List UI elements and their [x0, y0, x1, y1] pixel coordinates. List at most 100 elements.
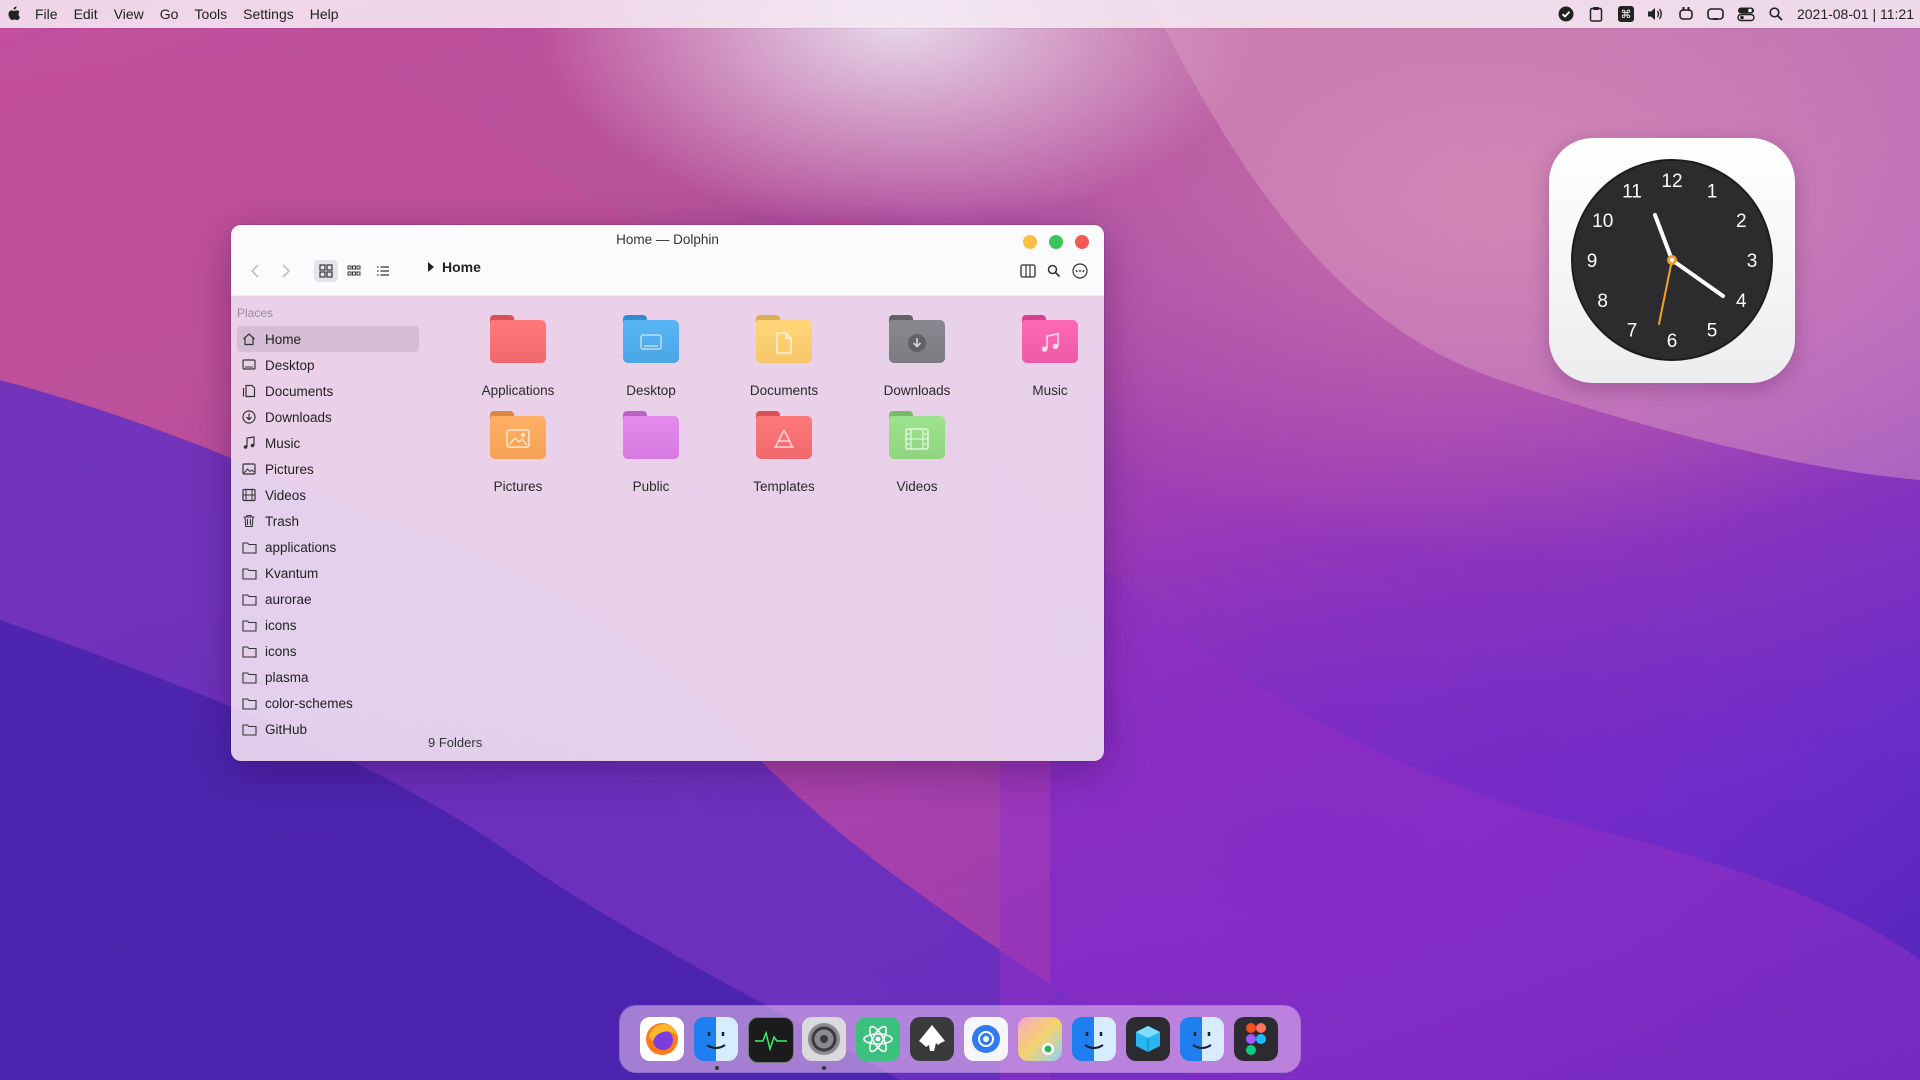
- finder-icon[interactable]: [1072, 1017, 1116, 1061]
- folder-item-pictures[interactable]: Pictures: [453, 411, 583, 497]
- folder-icon: [241, 669, 257, 685]
- plug-icon[interactable]: [1677, 5, 1695, 23]
- split-view-button[interactable]: [1017, 260, 1039, 282]
- clock-number: 9: [1587, 251, 1598, 272]
- sidebar-item-music[interactable]: Music: [237, 430, 419, 456]
- menu-file[interactable]: File: [35, 6, 58, 22]
- sidebar-item-trash[interactable]: Trash: [237, 508, 419, 534]
- image-icon: [241, 461, 257, 477]
- menu-settings[interactable]: Settings: [243, 6, 294, 22]
- columns-icon: [1020, 264, 1036, 278]
- folder-item-desktop[interactable]: Desktop: [586, 315, 716, 401]
- sidebar-item-label: icons: [265, 643, 297, 659]
- details-view-button[interactable]: [371, 260, 395, 282]
- sidebar-item-label: Music: [265, 435, 301, 451]
- clock-number: 1: [1707, 182, 1718, 203]
- folder-item-public[interactable]: Public: [586, 411, 716, 497]
- finder-icon[interactable]: [694, 1017, 738, 1061]
- sidebar-item-icons[interactable]: icons: [237, 638, 419, 664]
- folder-icon: [490, 411, 546, 459]
- toggle-icon[interactable]: [1737, 5, 1755, 23]
- sidebar-item-applications[interactable]: applications: [237, 534, 419, 560]
- system-preferences-icon[interactable]: [802, 1017, 846, 1061]
- activity-monitor-icon[interactable]: [748, 1017, 794, 1063]
- photos-icon[interactable]: [1018, 1017, 1062, 1061]
- folder-icon: [241, 617, 257, 633]
- back-button[interactable]: [245, 260, 265, 282]
- datetime[interactable]: 2021-08-01 | 11:21: [1797, 6, 1914, 22]
- breadcrumb-home[interactable]: Home: [442, 259, 481, 275]
- compact-view-button[interactable]: [342, 260, 366, 282]
- sidebar-item-kvantum[interactable]: Kvantum: [237, 560, 419, 586]
- folder-label: Templates: [753, 479, 815, 494]
- menu-go[interactable]: Go: [160, 6, 179, 22]
- folder-item-documents[interactable]: Documents: [719, 315, 849, 401]
- sidebar-item-label: Documents: [265, 383, 334, 399]
- folder-label: Desktop: [626, 383, 676, 398]
- sidebar-item-downloads[interactable]: Downloads: [237, 404, 419, 430]
- battery-icon[interactable]: [1707, 5, 1725, 23]
- clock-widget[interactable]: 12 1 2 3 4 5 6 7 8 9 10 11: [1549, 138, 1795, 383]
- clock-number: 7: [1627, 320, 1638, 341]
- analog-clock: 121234567891011: [1571, 159, 1773, 361]
- firefox-icon[interactable]: [640, 1017, 684, 1061]
- sidebar-item-icons[interactable]: icons: [237, 612, 419, 638]
- running-indicator: [715, 1066, 719, 1070]
- folder-icon: [490, 315, 546, 363]
- breadcrumb[interactable]: Home: [428, 259, 481, 275]
- home-icon: [241, 331, 257, 347]
- maximize-button[interactable]: [1049, 235, 1063, 249]
- folder-item-downloads[interactable]: Downloads: [852, 315, 982, 401]
- folder-label: Applications: [481, 383, 555, 398]
- forward-button[interactable]: [276, 260, 296, 282]
- sidebar-item-documents[interactable]: Documents: [237, 378, 419, 404]
- sidebar-item-desktop[interactable]: Desktop: [237, 352, 419, 378]
- folder-item-music[interactable]: Music: [985, 315, 1104, 401]
- sidebar-item-pictures[interactable]: Pictures: [237, 456, 419, 482]
- folder-icon: [241, 539, 257, 555]
- sidebar-item-label: Kvantum: [265, 565, 319, 581]
- inkscape-icon[interactable]: [910, 1017, 954, 1061]
- folder-item-applications[interactable]: Applications: [453, 315, 583, 401]
- folder-icon: [889, 411, 945, 459]
- close-button[interactable]: [1075, 235, 1089, 249]
- clipboard-icon[interactable]: [1587, 5, 1605, 23]
- menu-help[interactable]: Help: [310, 6, 339, 22]
- icons-view-button[interactable]: [314, 260, 338, 282]
- desktop-icon: [241, 357, 257, 373]
- box-icon[interactable]: [1126, 1017, 1170, 1061]
- folder-icon: [241, 643, 257, 659]
- folder-icon: [623, 411, 679, 459]
- sidebar-item-color-schemes[interactable]: color-schemes: [237, 690, 419, 716]
- sidebar-item-aurorae[interactable]: aurorae: [237, 586, 419, 612]
- search-icon: [1047, 264, 1061, 278]
- sidebar-item-label: Trash: [265, 513, 300, 529]
- menu-view[interactable]: View: [114, 6, 144, 22]
- search-button[interactable]: [1043, 260, 1065, 282]
- mail-icon[interactable]: [964, 1017, 1008, 1061]
- sidebar-item-home[interactable]: Home: [237, 326, 419, 352]
- clock-number: 10: [1592, 211, 1613, 232]
- apple-icon[interactable]: [7, 6, 21, 22]
- more-button[interactable]: [1069, 260, 1091, 282]
- search-icon[interactable]: [1767, 5, 1785, 23]
- svg-text:⌘: ⌘: [1620, 8, 1631, 21]
- sidebar-item-plasma[interactable]: plasma: [237, 664, 419, 690]
- folder-icon: [241, 695, 257, 711]
- finder-icon[interactable]: [1180, 1017, 1224, 1061]
- running-indicator: [822, 1066, 826, 1070]
- minimize-button[interactable]: [1023, 235, 1037, 249]
- command-icon[interactable]: ⌘: [1617, 5, 1635, 23]
- sidebar-item-github[interactable]: GitHub: [237, 716, 419, 742]
- file-view[interactable]: Applications Desktop Documents Downloads Mus…: [423, 295, 1104, 761]
- menu-tools[interactable]: Tools: [194, 6, 227, 22]
- grid-icon: [319, 264, 333, 278]
- folder-item-videos[interactable]: Videos: [852, 411, 982, 497]
- figma-icon[interactable]: [1234, 1017, 1278, 1061]
- atom-icon[interactable]: [856, 1017, 900, 1061]
- folder-item-templates[interactable]: Templates: [719, 411, 849, 497]
- menu-edit[interactable]: Edit: [74, 6, 98, 22]
- volume-icon[interactable]: [1647, 5, 1665, 23]
- check-circle-icon[interactable]: [1557, 5, 1575, 23]
- sidebar-item-videos[interactable]: Videos: [237, 482, 419, 508]
